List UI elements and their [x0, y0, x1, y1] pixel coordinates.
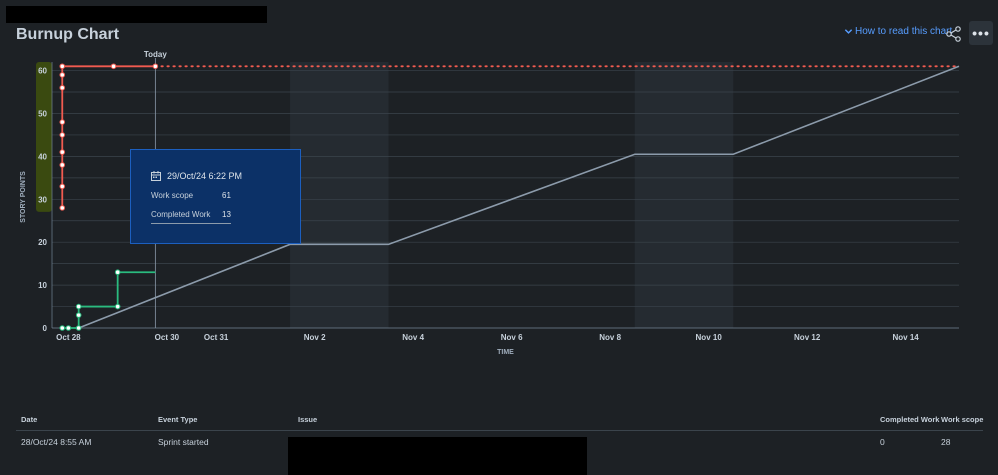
tooltip-key: Work scope: [151, 191, 194, 200]
x-tick-label: Nov 10: [696, 333, 723, 342]
series-point: [114, 269, 121, 276]
tooltip-underline: [151, 223, 231, 224]
series-point: [75, 303, 82, 310]
x-tick-label: Oct 28: [56, 333, 81, 342]
col-header-issue[interactable]: Issue: [298, 415, 317, 424]
non-working-band: [290, 62, 389, 328]
cell-date: 28/Oct/24 8:55 AM: [21, 437, 92, 447]
series-point: [114, 303, 121, 310]
x-tick-label: Nov 14: [893, 333, 920, 342]
x-tick-label: Oct 30: [155, 333, 180, 342]
cell-event-type: Sprint started: [158, 437, 209, 447]
redacted-issue-cell: [288, 437, 587, 475]
share-button[interactable]: [944, 24, 964, 44]
redacted-breadcrumb: [6, 6, 267, 23]
x-axis-title: TIME: [497, 349, 514, 356]
table-header-divider: [16, 430, 983, 431]
non-working-bands: [290, 62, 734, 328]
x-tick-label: Nov 8: [599, 333, 621, 342]
series-point: [59, 132, 66, 138]
today-label: Today: [144, 50, 168, 59]
share-icon: [946, 26, 961, 42]
cell-work-scope: 28: [941, 437, 951, 447]
how-to-read-label: How to read this chart: [855, 26, 953, 37]
non-working-band: [634, 62, 734, 328]
series-point: [59, 205, 66, 211]
more-icon: •••: [972, 25, 990, 41]
y-tick-label: 10: [38, 281, 47, 290]
series-point: [59, 149, 66, 155]
series-point: [75, 312, 82, 318]
tooltip-row-completed: Completed Work 13: [151, 210, 231, 219]
series-point: [59, 119, 66, 125]
y-tick-label: 20: [38, 238, 47, 247]
x-tick-label: Nov 6: [501, 333, 523, 342]
series-point: [59, 63, 66, 70]
series-point: [59, 183, 66, 190]
chevron-down-icon: [844, 29, 853, 34]
tooltip-value: 13: [222, 210, 231, 219]
col-header-event-type[interactable]: Event Type: [158, 415, 197, 424]
series-line: [62, 271, 156, 329]
series-point: [65, 325, 72, 331]
x-tick-label: Oct 31: [204, 333, 229, 342]
x-tick-label: Nov 4: [402, 333, 424, 342]
scope-highlight: [36, 62, 52, 212]
series-point: [110, 63, 117, 70]
tooltip-row-work-scope: Work scope 61: [151, 191, 231, 200]
tooltip-date-text: 29/Oct/24 6:22 PM: [167, 171, 243, 181]
more-actions-button[interactable]: •••: [969, 21, 993, 45]
col-header-date[interactable]: Date: [21, 415, 37, 424]
series-point: [152, 63, 159, 70]
series-point: [75, 325, 82, 331]
col-header-completed-work[interactable]: Completed Work: [880, 415, 939, 424]
series-point: [59, 84, 66, 91]
y-axis-highlight: [36, 62, 52, 212]
y-tick-label: 40: [38, 152, 47, 161]
col-header-work-scope[interactable]: Work scope: [941, 415, 983, 424]
series-point: [59, 162, 66, 168]
x-tick-label: Nov 2: [304, 333, 326, 342]
tooltip-value: 61: [222, 191, 231, 200]
y-tick-label: 60: [38, 67, 47, 76]
y-tick-label: 0: [43, 324, 48, 333]
tooltip-key: Completed Work: [151, 210, 211, 219]
x-tick-labels: Oct 28 Oct 30 Oct 31 Nov 2 Nov 4 Nov 6 Nov 8 No…: [56, 333, 919, 342]
page-title: Burnup Chart: [16, 26, 120, 43]
tooltip-date: 29/Oct/24 6:22 PM: [151, 171, 242, 181]
how-to-read-link[interactable]: How to read this chart: [844, 26, 952, 37]
chart-tooltip: 29/Oct/24 6:22 PM Work scope 61 Complete…: [130, 149, 301, 244]
x-tick-label: Nov 12: [794, 333, 821, 342]
y-tick-label: 30: [38, 195, 47, 204]
y-tick-label: 50: [38, 109, 47, 118]
y-axis-title: STORY POINTS: [20, 171, 27, 223]
series-point: [59, 325, 66, 331]
calendar-icon: [151, 171, 161, 181]
series-point: [59, 72, 66, 78]
cell-completed-work: 0: [880, 437, 885, 447]
